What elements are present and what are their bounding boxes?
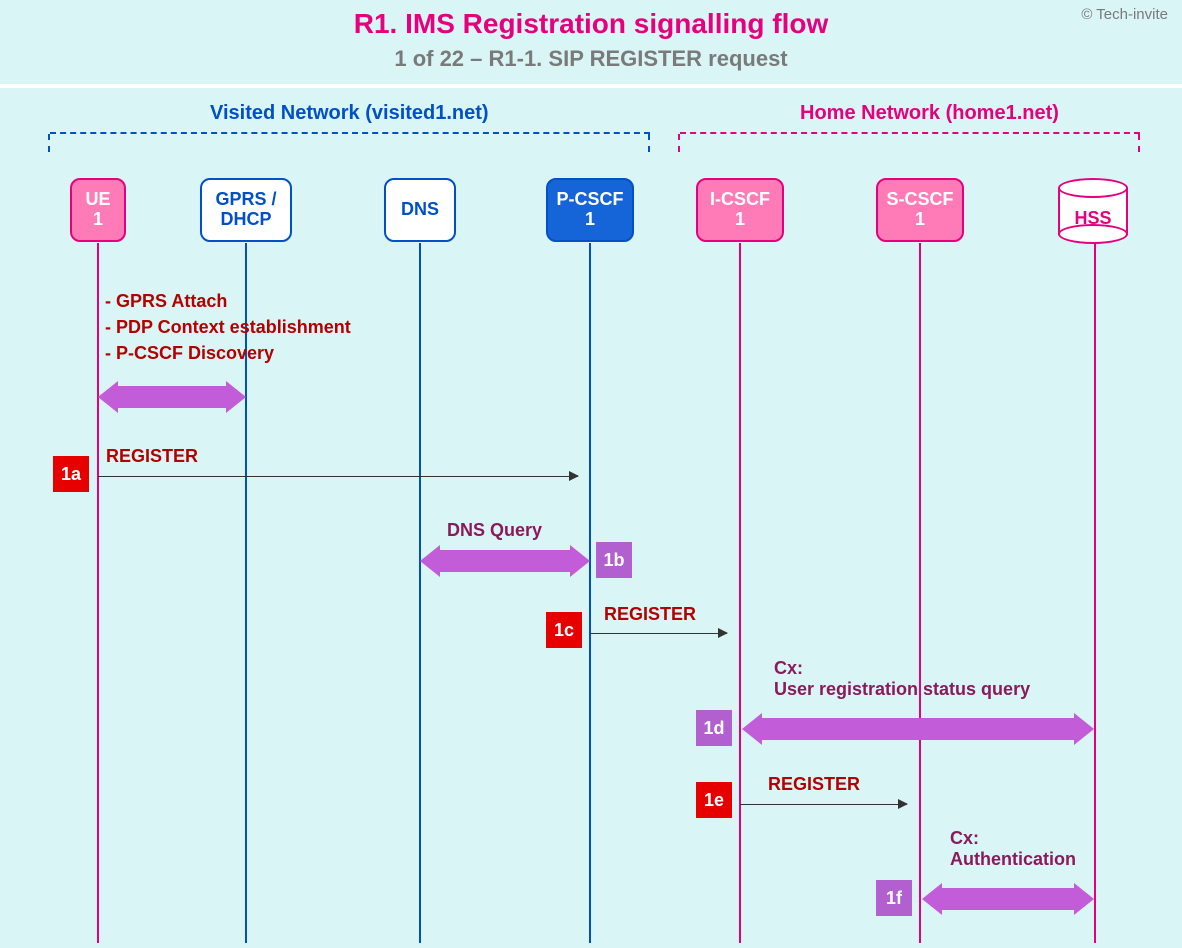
arrow-1a bbox=[98, 476, 578, 477]
lifeline-scscf bbox=[919, 243, 921, 943]
step-badge-1d: 1d bbox=[696, 710, 732, 746]
arrow-1d bbox=[762, 718, 1074, 740]
step-badge-1b: 1b bbox=[596, 542, 632, 578]
arrow-1c bbox=[590, 633, 727, 634]
arrow-1b bbox=[440, 550, 570, 572]
initial-step-3: - P-CSCF Discovery bbox=[105, 340, 351, 366]
lifeline-dns bbox=[419, 243, 421, 943]
node-ue: UE 1 bbox=[70, 178, 126, 242]
step-badge-1a: 1a bbox=[53, 456, 89, 492]
node-pcscf: P-CSCF 1 bbox=[546, 178, 634, 242]
node-hss: HSS bbox=[1058, 178, 1132, 244]
msg-label-1a: REGISTER bbox=[106, 446, 198, 467]
diagram-canvas: Visited Network (visited1.net) Home Netw… bbox=[0, 88, 1182, 948]
arrow-ue-gprs bbox=[118, 386, 226, 408]
page-subtitle: 1 of 22 – R1-1. SIP REGISTER request bbox=[0, 46, 1182, 72]
lifeline-icscf bbox=[739, 243, 741, 943]
step-badge-1f: 1f bbox=[876, 880, 912, 916]
initial-step-1: - GPRS Attach bbox=[105, 288, 351, 314]
node-dns: DNS bbox=[384, 178, 456, 242]
msg-label-1e: REGISTER bbox=[768, 774, 860, 795]
node-icscf: I-CSCF 1 bbox=[696, 178, 784, 242]
step-badge-1e: 1e bbox=[696, 782, 732, 818]
msg-label-1b: DNS Query bbox=[447, 520, 542, 541]
node-hss-label: HSS bbox=[1058, 208, 1128, 229]
visited-network-bracket bbox=[50, 132, 650, 152]
msg-label-1d: Cx: User registration status query bbox=[774, 658, 1030, 700]
lifeline-ue bbox=[97, 243, 99, 943]
initial-steps-text: - GPRS Attach - PDP Context establishmen… bbox=[105, 288, 351, 366]
copyright: © Tech-invite bbox=[1081, 6, 1168, 23]
arrow-1f bbox=[942, 888, 1074, 910]
node-scscf: S-CSCF 1 bbox=[876, 178, 964, 242]
lifeline-pcscf bbox=[589, 243, 591, 943]
header: R1. IMS Registration signalling flow 1 o… bbox=[0, 0, 1182, 84]
step-badge-1c: 1c bbox=[546, 612, 582, 648]
initial-step-2: - PDP Context establishment bbox=[105, 314, 351, 340]
node-gprs-dhcp: GPRS / DHCP bbox=[200, 178, 292, 242]
lifeline-hss bbox=[1094, 243, 1096, 943]
msg-label-1c: REGISTER bbox=[604, 604, 696, 625]
page-title: R1. IMS Registration signalling flow bbox=[0, 8, 1182, 40]
visited-network-label: Visited Network (visited1.net) bbox=[210, 102, 489, 125]
home-network-bracket bbox=[680, 132, 1140, 152]
home-network-label: Home Network (home1.net) bbox=[800, 102, 1059, 125]
arrow-1e bbox=[740, 804, 907, 805]
msg-label-1f: Cx: Authentication bbox=[950, 828, 1076, 870]
